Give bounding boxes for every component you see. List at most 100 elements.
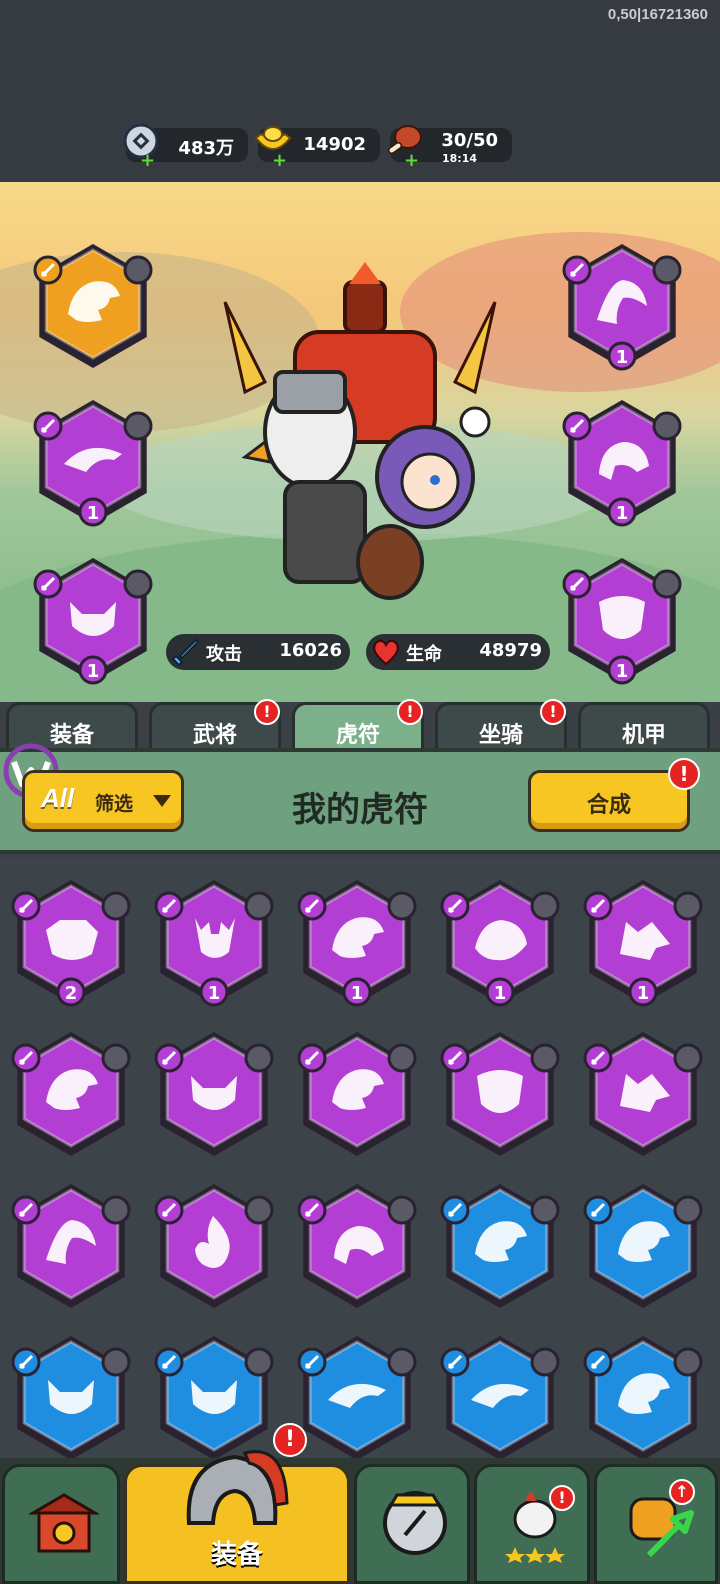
tally-hex (11, 1184, 131, 1308)
tally-item[interactable]: 2 (6, 872, 136, 1012)
tab-notification-badge: ! (397, 699, 423, 725)
nav-label: 装备 (210, 1540, 263, 1570)
tally-item[interactable] (292, 1024, 422, 1164)
count-label: 1 (351, 983, 364, 1004)
tally-item[interactable] (6, 1024, 136, 1164)
hp-label: 生命 (406, 644, 442, 665)
stamina-timer: 18:14 (442, 152, 478, 165)
gold-resource[interactable]: + 14902 (254, 126, 380, 170)
tally-hex (297, 1184, 417, 1308)
nav-shield-button[interactable] (354, 1464, 470, 1584)
tally-hex: 2 (11, 880, 131, 1007)
silver-value: 483万 (178, 138, 234, 159)
equipped-tally-slot[interactable]: 1 (557, 550, 687, 690)
nav-pet-button[interactable]: ! (474, 1464, 590, 1584)
tab-tiger-tally[interactable]: 虎符 ! (292, 699, 424, 752)
tally-hex (11, 1336, 131, 1460)
hp-value: 48979 (479, 640, 542, 661)
shield-icon (383, 1491, 447, 1555)
nav-upgrade-button[interactable]: ↑ (594, 1464, 718, 1584)
tally-hex (297, 1336, 417, 1460)
item-icon (101, 1195, 131, 1225)
item-icon (101, 1347, 131, 1377)
tally-hex (297, 1032, 417, 1156)
tally-item[interactable] (6, 1176, 136, 1316)
stamina-resource[interactable]: + 30/50 18:14 (387, 125, 512, 170)
attack-value: 16026 (279, 640, 342, 661)
tiger-icon (46, 920, 98, 960)
merge-notification-badge: ! (668, 758, 700, 790)
count-label: 1 (637, 983, 650, 1004)
silver-resource[interactable]: + 483万 (123, 123, 248, 170)
tally-hex (33, 244, 153, 368)
merge-label: 合成 (586, 793, 631, 818)
tally-item[interactable] (149, 1024, 279, 1164)
tab-generals[interactable]: 武将 ! (149, 699, 281, 752)
count-label: 2 (65, 983, 78, 1004)
tab-mounts[interactable]: 坐骑 ! (435, 699, 567, 752)
nav-city-button[interactable] (2, 1464, 120, 1584)
item-icon (673, 1347, 703, 1377)
count-label: 1 (87, 661, 100, 682)
tally-hex (440, 1336, 560, 1460)
count-label: 1 (87, 503, 100, 524)
item-icon (530, 891, 560, 921)
item-icon (652, 569, 682, 599)
merge-button[interactable]: 合成 (528, 770, 690, 832)
nav-notification-badge: ! (273, 1423, 307, 1457)
tally-grid: 2 1 1 1 1 (0, 858, 720, 1460)
tally-item[interactable] (435, 1176, 565, 1316)
item-icon (387, 1347, 417, 1377)
equipped-tally-slot[interactable] (28, 236, 158, 376)
tab-mecha[interactable]: 机甲 (578, 702, 710, 752)
add-silver-icon[interactable]: + (140, 152, 155, 170)
stamina-value: 30/50 (441, 130, 498, 151)
hero-character[interactable] (185, 262, 535, 632)
add-gold-icon[interactable]: + (272, 152, 287, 170)
tally-item[interactable]: 1 (149, 872, 279, 1012)
item-icon (652, 411, 682, 441)
tally-item[interactable]: 1 (435, 872, 565, 1012)
tally-item[interactable] (292, 1176, 422, 1316)
nav-equipment-button[interactable]: 装备 ! (124, 1423, 350, 1584)
tally-item[interactable] (578, 1024, 708, 1164)
tally-item[interactable] (578, 1176, 708, 1316)
tally-item[interactable] (292, 1328, 422, 1468)
add-stamina-icon[interactable]: + (404, 152, 419, 170)
tally-hex: 1 (562, 400, 682, 527)
item-icon (123, 411, 153, 441)
tally-item[interactable]: 1 (578, 872, 708, 1012)
item-icon (387, 891, 417, 921)
tally-hex (11, 1032, 131, 1156)
equipped-tally-slot[interactable]: 1 (28, 550, 158, 690)
tally-item[interactable]: 1 (292, 872, 422, 1012)
attack-label: 攻击 (206, 644, 242, 665)
tally-item[interactable] (578, 1328, 708, 1468)
tab-notification-badge: ! (540, 699, 566, 725)
tally-hex (583, 1336, 703, 1460)
version-text: 0,50|16721360 (607, 6, 708, 23)
tally-hex (583, 1032, 703, 1156)
item-icon (673, 891, 703, 921)
equipped-tally-slot[interactable]: 1 (557, 236, 687, 376)
item-icon (244, 1043, 274, 1073)
tally-item[interactable] (149, 1176, 279, 1316)
count-label: 1 (494, 983, 507, 1004)
item-icon (244, 1195, 274, 1225)
category-tabs: 装备 武将 ! 虎符 ! 坐骑 ! 机甲 (0, 699, 720, 752)
tally-item[interactable] (435, 1328, 565, 1468)
item-icon (101, 891, 131, 921)
tally-hex: 1 (297, 880, 417, 1007)
nav-upgrade-badge: ↑ (669, 1479, 695, 1505)
tab-label: 机甲 (621, 723, 666, 748)
gate-icon (29, 1493, 99, 1553)
item-icon (387, 1195, 417, 1225)
tally-item[interactable] (435, 1024, 565, 1164)
tally-item[interactable] (6, 1328, 136, 1468)
equipped-tally-slot[interactable]: 1 (557, 392, 687, 532)
equipped-tally-slot[interactable]: 1 (28, 392, 158, 532)
tally-hex: 1 (154, 880, 274, 1007)
tally-hex: 1 (440, 880, 560, 1007)
item-icon (387, 1043, 417, 1073)
item-icon (530, 1195, 560, 1225)
